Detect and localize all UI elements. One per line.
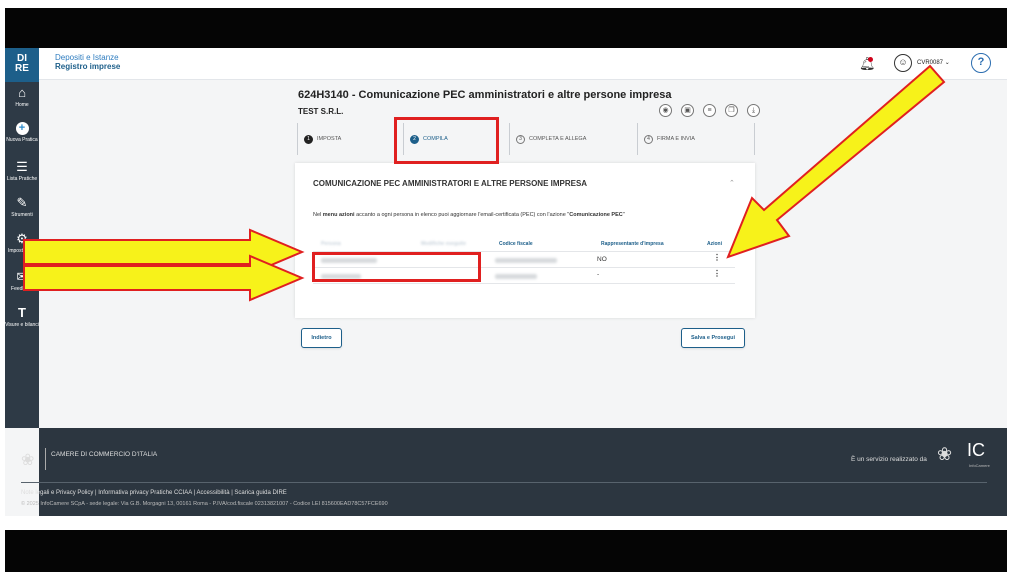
- infocamere-logo-icon: ❀: [937, 444, 953, 464]
- footer-divider: [21, 482, 987, 483]
- back-button[interactable]: Indietro: [301, 328, 342, 348]
- footer: ❀ CAMERE DI COMMERCIO D'ITALIA È un serv…: [21, 428, 1007, 516]
- user-name: CVR0087: [917, 60, 944, 66]
- desc-bold: Comunicazione PEC: [569, 212, 623, 218]
- step-label: FIRMA E INVIA: [657, 136, 695, 142]
- chevron-down-icon: ⌄: [944, 60, 950, 66]
- highlight-box-compila: [394, 117, 499, 164]
- blurred-tax-code: [495, 258, 557, 263]
- infocamere-logo: IC: [967, 440, 985, 460]
- text-t-icon: T: [18, 305, 26, 320]
- user-menu[interactable]: CVR0087 ⌄: [917, 59, 950, 66]
- column-header-modifiche: Modifiche eseguite: [421, 241, 467, 247]
- blurred-tax-code: [495, 274, 537, 279]
- page-title: 624H3140 - Comunicazione PEC amministrat…: [298, 89, 672, 101]
- letterbox-bottom: [5, 530, 1007, 572]
- column-header-codice-fiscale: Codice fiscale: [499, 241, 533, 247]
- document-icon[interactable]: ≡: [703, 104, 716, 117]
- camere-commercio-name: CAMERE DI COMMERCIO D'ITALIA: [51, 451, 158, 458]
- sidebar: DI RE ⌂ Home + Nuova Pratica ☰ Lista Pra…: [5, 48, 39, 428]
- footer-links[interactable]: Note legali e Privacy Policy | Informati…: [21, 490, 287, 496]
- desc-text: Nel: [313, 212, 323, 218]
- app-screen: DI RE ⌂ Home + Nuova Pratica ☰ Lista Pra…: [5, 48, 1007, 516]
- sidebar-item-label: Lista Pratiche: [6, 176, 38, 182]
- help-button[interactable]: ?: [971, 53, 991, 73]
- row-actions-menu[interactable]: ⋮: [713, 253, 721, 262]
- save-icon[interactable]: ▣: [681, 104, 694, 117]
- copy-icon[interactable]: ❐: [725, 104, 738, 117]
- company-name: TEST S.R.L.: [298, 107, 344, 116]
- step-number: 4: [644, 134, 653, 144]
- wizard-steps: 1 IMPOSTA 2 COMPILA 3 COMPLETA E ALLEGA …: [297, 123, 755, 155]
- download-icon[interactable]: ⤓: [747, 104, 760, 117]
- footer-copyright: © 2025 InfoCamere SCpA - sede legale: Vi…: [21, 501, 388, 507]
- sidebar-item-label: Impostazioni: [7, 248, 37, 254]
- view-icon[interactable]: ◉: [659, 104, 672, 117]
- document-list-icon: ☰: [16, 159, 28, 174]
- notification-dot: [868, 57, 873, 62]
- gear-icon: ⚙: [16, 231, 28, 246]
- step-label: COMPLETA E ALLEGA: [529, 136, 587, 142]
- card-description: Nel menu azioni accanto a ogni persona i…: [313, 212, 625, 218]
- camere-commercio-logo-icon: ❀: [21, 452, 35, 469]
- sidebar-item-label: Nuova Pratica: [6, 137, 38, 143]
- sidebar-item-label: Strumenti: [11, 212, 33, 218]
- column-header-persona: Persona: [321, 241, 341, 247]
- sidebar-item-feedback[interactable]: ✉ Feedback: [5, 269, 39, 293]
- column-header-azioni: Azioni: [707, 241, 722, 247]
- desc-bold: menu azioni: [322, 212, 355, 218]
- row-actions-menu[interactable]: ⋮: [713, 269, 721, 278]
- rappresentante-value: NO: [597, 256, 607, 263]
- sidebar-item-label: Home: [15, 102, 29, 108]
- video-frame: DI RE ⌂ Home + Nuova Pratica ☰ Lista Pra…: [0, 0, 1024, 576]
- main-content: 624H3140 - Comunicazione PEC amministrat…: [39, 81, 1007, 428]
- sidebar-item-home[interactable]: ⌂ Home: [5, 85, 39, 109]
- infocamere-label: InfoCamere: [969, 463, 990, 468]
- step-imposta[interactable]: 1 IMPOSTA: [297, 123, 397, 155]
- step-completa-allega[interactable]: 3 COMPLETA E ALLEGA: [509, 123, 637, 155]
- card-title: COMUNICAZIONE PEC AMMINISTRATORI E ALTRE…: [313, 179, 588, 188]
- wrench-icon: ✎: [16, 195, 28, 210]
- chevron-up-icon[interactable]: ⌃: [729, 179, 735, 187]
- app-subtitle[interactable]: Depositi e Istanze: [55, 53, 119, 62]
- footer-logo-divider: [45, 448, 46, 470]
- sidebar-item-impostazioni[interactable]: ⚙ Impostazioni: [5, 231, 39, 255]
- sidebar-item-lista-pratiche[interactable]: ☰ Lista Pratiche: [5, 159, 39, 183]
- column-header-rappresentante: Rappresentante d'impresa: [601, 241, 664, 247]
- rappresentante-value: -: [597, 271, 600, 278]
- top-header: Depositi e Istanze Registro imprese 🔔︎ ☺…: [39, 48, 1007, 80]
- plus-circle-icon: +: [15, 122, 29, 135]
- sidebar-item-visure[interactable]: T Visure e bilanci: [5, 305, 39, 329]
- feedback-icon: ✉: [16, 269, 28, 284]
- desc-text: accanto a ogni persona in elenco puoi ag…: [354, 212, 570, 218]
- sidebar-item-label: Feedback: [11, 286, 33, 292]
- sidebar-item-nuova-pratica[interactable]: + Nuova Pratica: [5, 122, 39, 143]
- step-label: IMPOSTA: [317, 136, 342, 142]
- persons-card: COMUNICAZIONE PEC AMMINISTRATORI E ALTRE…: [295, 163, 755, 318]
- desc-text: ": [622, 212, 625, 218]
- row-divider: [313, 283, 735, 284]
- step-number: 1: [304, 134, 313, 144]
- service-text: È un servizio realizzato da: [851, 456, 927, 463]
- sidebar-item-strumenti[interactable]: ✎ Strumenti: [5, 195, 39, 219]
- dire-logo[interactable]: DI RE: [5, 48, 39, 82]
- user-icon[interactable]: ☺: [894, 54, 912, 72]
- sidebar-item-label: Visure e bilanci: [5, 322, 39, 328]
- home-icon: ⌂: [18, 85, 26, 100]
- step-number: 3: [516, 134, 525, 144]
- highlight-box-person-rows: [312, 252, 481, 282]
- app-title[interactable]: Registro imprese: [55, 62, 120, 71]
- step-firma-invia[interactable]: 4 FIRMA E INVIA: [637, 123, 755, 155]
- logo-bottom: RE: [15, 63, 29, 74]
- save-continue-button[interactable]: Salva e Prosegui: [681, 328, 745, 348]
- letterbox-top: [5, 8, 1007, 48]
